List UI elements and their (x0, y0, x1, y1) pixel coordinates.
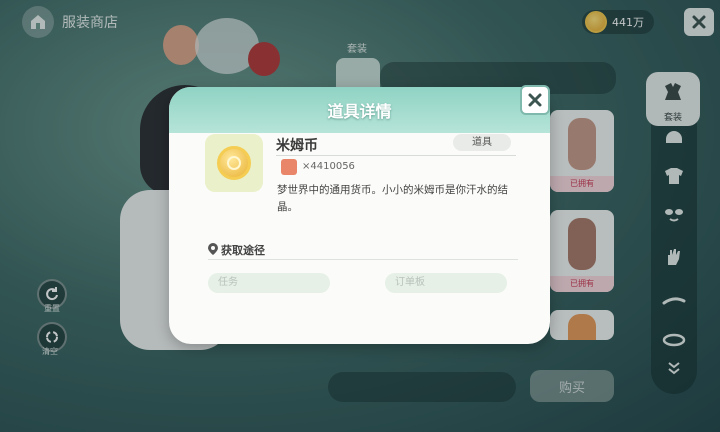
source-option-order-board[interactable]: 订单板 (385, 273, 507, 293)
item-count: ×4410056 (302, 161, 355, 172)
source-title: 获取途径 (221, 244, 265, 257)
divider (208, 259, 518, 260)
dialog-title: 道具详情 (327, 102, 392, 121)
item-description: 梦世界中的通用货币。小小的米姆币是你汗水的结晶。 (277, 184, 508, 213)
source-option-task[interactable]: 任务 (208, 273, 330, 293)
divider (276, 155, 516, 156)
item-name: 米姆币 (276, 138, 318, 154)
dialog-close-button[interactable] (520, 85, 550, 115)
item-type-badge: 道具 (453, 134, 511, 151)
close-icon (528, 93, 542, 107)
meme-coin-icon (217, 146, 251, 180)
backpack-icon (281, 159, 297, 175)
location-pin-icon (208, 243, 218, 255)
item-thumbnail (205, 134, 263, 192)
